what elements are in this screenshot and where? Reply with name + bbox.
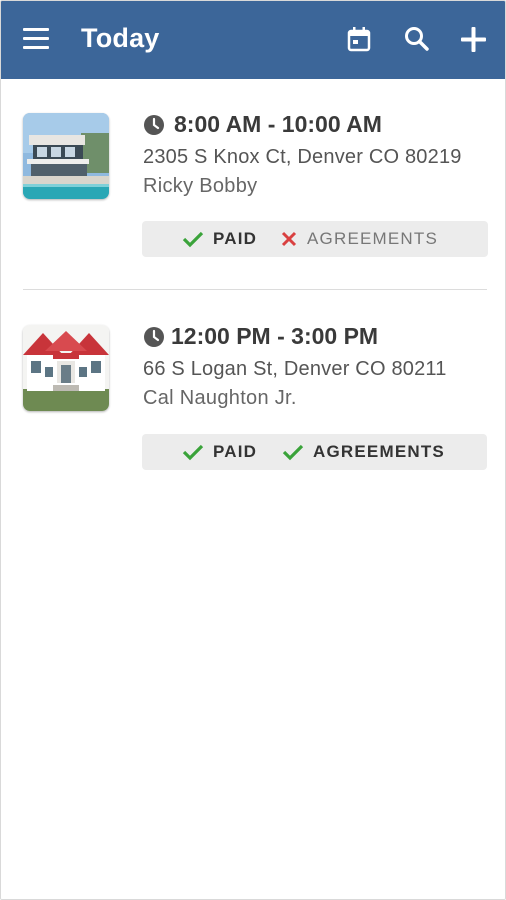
status-bar: PAID AGREEMENTS xyxy=(142,221,488,257)
client-name: Cal Naughton Jr. xyxy=(143,387,297,409)
paid-label: PAID xyxy=(213,442,258,461)
paid-status: PAID xyxy=(182,442,257,462)
agreements-label: AGREEMENTS xyxy=(313,442,445,461)
paid-status: PAID xyxy=(182,229,257,249)
page-title: Today xyxy=(81,23,160,53)
clock-icon xyxy=(144,115,164,135)
appointment-time: 8:00 AM - 10:00 AM xyxy=(174,111,382,137)
calendar-icon[interactable] xyxy=(347,26,371,52)
property-thumbnail xyxy=(23,325,109,411)
property-thumbnail xyxy=(23,113,109,199)
paid-label: PAID xyxy=(213,229,258,248)
appointment-list: 8:00 AM - 10:00 AM 2305 S Knox Ct, Denve… xyxy=(1,79,505,899)
check-icon xyxy=(182,444,204,461)
app-bar: Today xyxy=(1,1,505,79)
divider xyxy=(23,289,487,290)
phone-screen: Today 8:00 AM - 10:00 AM 2305 S Knox Ct,… xyxy=(0,0,506,900)
x-icon xyxy=(281,231,297,247)
status-bar: PAID AGREEMENTS xyxy=(142,434,487,470)
appointment-address: 66 S Logan St, Denver CO 80211 xyxy=(143,358,447,380)
menu-icon[interactable] xyxy=(23,28,49,50)
appointment-address: 2305 S Knox Ct, Denver CO 80219 xyxy=(143,146,462,168)
appointment-time: 12:00 PM - 3:00 PM xyxy=(171,323,379,349)
check-icon xyxy=(282,444,304,461)
client-name: Ricky Bobby xyxy=(143,175,258,197)
agreements-status: AGREEMENTS xyxy=(282,442,445,462)
agreements-label: AGREEMENTS xyxy=(307,229,439,248)
search-icon[interactable] xyxy=(404,26,430,52)
clock-icon xyxy=(144,327,164,347)
plus-icon[interactable] xyxy=(460,26,487,53)
check-icon xyxy=(182,231,204,248)
agreements-status: AGREEMENTS xyxy=(280,229,438,249)
